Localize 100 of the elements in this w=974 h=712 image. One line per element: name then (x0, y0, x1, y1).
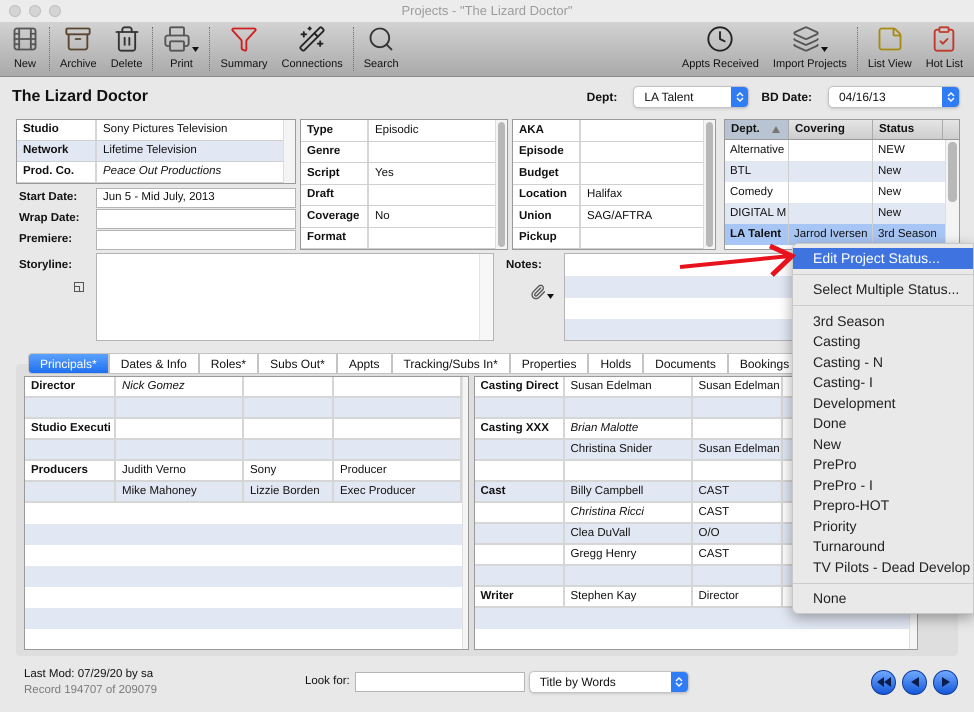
field-label: Union (513, 206, 581, 226)
table-row[interactable]: DIGITAL M New (725, 203, 945, 224)
toolbar-button[interactable]: Archive (53, 23, 104, 75)
table-cell: Christina Snider (564, 440, 692, 461)
field-value[interactable]: Peace Out Productions (97, 162, 283, 182)
field-value[interactable]: Sony Pictures Television (97, 120, 283, 140)
toolbar-button[interactable]: Search (356, 23, 406, 75)
rewind-icon (876, 676, 890, 688)
wand-icon (298, 24, 326, 52)
menu-item[interactable]: Casting (793, 332, 973, 352)
toolbar-button[interactable]: New (4, 23, 46, 75)
menu-item[interactable]: TV Pilots - Dead Develop (793, 557, 973, 578)
menu-item[interactable]: Prepro-HOT (793, 496, 973, 516)
dept-select[interactable]: LA Talent (633, 86, 750, 108)
menu-item[interactable]: PrePro - I (793, 475, 973, 496)
column-header[interactable]: Dept. (725, 120, 789, 139)
trash-can-icon (112, 24, 141, 52)
toolbar-button[interactable]: Summary (213, 23, 275, 75)
toolbar-button[interactable]: Appts Received (674, 23, 766, 75)
toolbar-button[interactable]: List View (860, 23, 919, 75)
table-row[interactable]: LA Talent Jarrod Iversen 3rd Season (725, 224, 945, 245)
toolbar-button[interactable]: Connections (274, 23, 350, 75)
tab[interactable]: Appts (336, 353, 392, 374)
field-label: Pickup (513, 228, 581, 248)
next-record-button[interactable] (933, 670, 958, 694)
field-label: Coverage (301, 206, 369, 226)
table-cell: Brian Malotte (564, 419, 692, 440)
date-field[interactable]: Jun 5 - Mid July, 2013 (96, 188, 296, 208)
tab[interactable]: Properties (510, 353, 588, 374)
menu-item[interactable]: Turnaround (793, 536, 973, 557)
field-value[interactable]: Halifax (581, 184, 703, 205)
tab[interactable]: Subs Out* (258, 353, 337, 374)
date-field[interactable] (96, 230, 296, 250)
table-cell: Studio Executi (25, 419, 116, 440)
first-record-button[interactable] (871, 670, 896, 694)
field-value[interactable]: Episodic (369, 120, 495, 140)
field-label: BD Date: (761, 89, 812, 106)
stepper-icon (942, 87, 959, 107)
menu-item[interactable]: Development (793, 393, 973, 414)
table-cell: Billy Campbell (564, 482, 692, 503)
toolbar-button[interactable]: Delete (104, 23, 150, 75)
toolbar-button[interactable]: Hot List (918, 23, 970, 75)
storyline-field[interactable] (96, 253, 494, 341)
date-select[interactable]: 04/16/13 (828, 86, 960, 108)
menu-item[interactable]: New (793, 434, 973, 454)
field-label: Type (301, 120, 369, 140)
field-label: Budget (513, 163, 581, 184)
field-value[interactable]: Lifetime Television (97, 141, 283, 161)
table-cell: Producer (334, 461, 462, 482)
tab[interactable]: Principals* (28, 353, 109, 374)
column-header[interactable]: Status (873, 120, 943, 139)
tab[interactable]: Dates & Info (108, 353, 199, 374)
search-mode-select[interactable]: Title by Words (528, 671, 689, 693)
table-row[interactable]: BTL New (725, 161, 945, 182)
menu-item[interactable]: None (793, 588, 973, 609)
toolbar-button[interactable]: Import Projects (766, 23, 854, 75)
field-label: Prod. Co. (17, 162, 97, 182)
window-minimize-button[interactable] (29, 5, 41, 17)
tab[interactable]: Tracking/Subs In* (392, 353, 510, 374)
field-value[interactable]: Yes (369, 163, 495, 184)
menu-item[interactable]: Edit Project Status... (793, 248, 973, 268)
caret-icon (820, 46, 828, 52)
date-field[interactable] (96, 209, 296, 229)
menu-item[interactable]: 3rd Season (793, 311, 973, 332)
menu-item[interactable]: Casting- I (793, 372, 973, 393)
tab[interactable]: Roles* (198, 353, 258, 374)
column-header[interactable]: Covering (789, 120, 873, 139)
window-close-button[interactable] (9, 5, 21, 17)
table-cell: Gregg Henry (564, 545, 692, 566)
table-cell: Christina Ricci (564, 503, 692, 524)
menu-item[interactable]: Priority (793, 516, 973, 536)
field-label: Format (301, 228, 369, 248)
table-cell-text: 3rd Season (877, 226, 938, 242)
table-cell: O/O (692, 524, 782, 545)
funnel-icon (230, 24, 258, 52)
table-cell: Exec Producer (334, 482, 462, 503)
menu-item[interactable]: Done (793, 414, 973, 434)
field-label: Network (17, 141, 97, 161)
menu-item[interactable]: PrePro (793, 454, 973, 475)
expand-icon (74, 282, 84, 292)
look-for-field[interactable] (354, 672, 525, 692)
field-value[interactable]: No (369, 206, 495, 226)
caret-icon (192, 46, 200, 52)
toolbar-button[interactable]: Print (156, 23, 206, 75)
field-label: Look for: (305, 674, 350, 690)
menu-item[interactable]: Select Multiple Status... (793, 280, 973, 300)
field-value[interactable]: SAG/AFTRA (581, 206, 703, 226)
table-cell-text: New (877, 206, 902, 221)
field-label: Episode (513, 142, 581, 162)
table-cell: Stephen Kay (564, 587, 692, 608)
field-label: Dept: (586, 89, 618, 106)
table-cell: Susan Edelman (564, 377, 692, 398)
tab[interactable]: Holds (588, 353, 644, 374)
window-zoom-button[interactable] (49, 5, 61, 17)
previous-record-button[interactable] (902, 670, 927, 694)
table-cell: LA Talent (725, 224, 789, 245)
table-cell: Mike Mahoney (116, 482, 244, 503)
table-cell: Lizzie Borden (244, 482, 334, 503)
tab[interactable]: Documents (643, 353, 728, 374)
table-cell: Sony (244, 461, 334, 482)
